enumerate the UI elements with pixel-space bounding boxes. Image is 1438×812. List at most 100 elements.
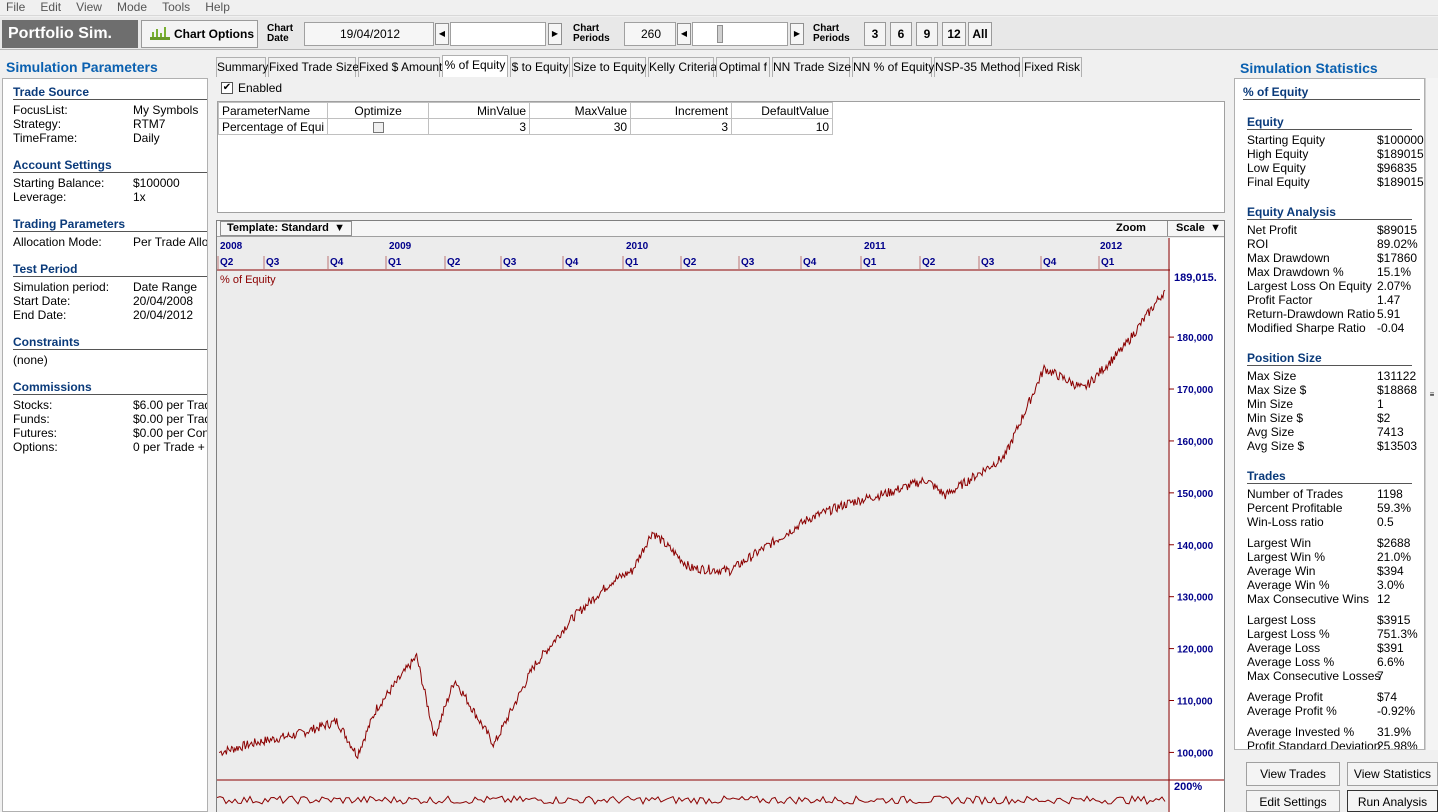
periods-left-arrow-icon[interactable]: ◀ [677,23,691,45]
stat-label: Min Size [1247,397,1294,411]
view-trades-button[interactable]: View Trades [1246,762,1340,786]
periods-slider[interactable] [692,22,788,46]
stat-value: $96835 [1377,161,1418,175]
tab-fixed-trade-size[interactable]: Fixed Trade Size [268,57,359,77]
stat-value: $74 [1377,690,1398,704]
date-left-arrow-icon[interactable]: ◀ [435,23,449,45]
stat-value: 31.9% [1377,725,1412,739]
x-quarter-label: Q3 [981,257,995,268]
tab-nn-trade-size[interactable]: NN Trade Size [772,57,851,77]
menu-file[interactable]: File [0,0,31,14]
stat-group-title: Position Size [1247,351,1322,365]
x-year-label: 2012 [1100,241,1123,252]
stat-label: Average Profit % [1247,704,1337,718]
tab-nsp-35-method[interactable]: NSP-35 Method [934,57,1020,77]
section-title: Test Period [13,262,78,276]
enabled-checkbox[interactable]: ✔ [221,82,233,94]
x-year-label: 2010 [626,241,649,252]
date-right-arrow-icon[interactable]: ▶ [548,23,562,45]
scroll-grip-icon: ≡ [1429,390,1435,399]
x-quarter-label: Q3 [266,257,280,268]
stat-value: 1 [1377,397,1384,411]
period-all-button[interactable]: All [968,22,992,46]
stat-value: $100000 [1377,133,1424,147]
tab-optimal-f[interactable]: Optimal f [716,57,770,77]
menu-tools[interactable]: Tools [156,0,196,14]
date-slider[interactable] [450,22,546,46]
tab-summary[interactable]: Summary [216,57,268,77]
tab-percent-of-equity[interactable]: % of Equity [442,55,508,77]
periods-right-arrow-icon[interactable]: ▶ [790,23,804,45]
stat-label: Largest Win [1247,536,1312,550]
stat-value: 12 [1377,592,1391,606]
x-quarter-label: Q4 [1043,257,1057,268]
statistics-scrollbar[interactable]: ≡ [1425,78,1438,750]
chart-header-bar: Template: Standard ▼ Zoom Scale ▼ [217,221,1224,237]
equity-chart: Template: Standard ▼ Zoom Scale ▼ 2008 20… [216,220,1225,812]
edit-settings-button[interactable]: Edit Settings [1246,790,1340,812]
stat-label: Percent Profitable [1247,501,1343,515]
series-label: % of Equity [220,274,276,286]
y-tick-label: 120,000 [1177,645,1214,656]
stat-value: -0.92% [1377,704,1416,718]
scale-dropdown[interactable]: Scale ▼ [1167,221,1225,236]
tab-fixed-amount[interactable]: Fixed $ Amount [358,57,442,77]
stat-label: Avg Size [1247,425,1295,439]
run-analysis-button[interactable]: Run Analysis [1347,790,1438,812]
period-12-button[interactable]: 12 [942,22,966,46]
tab-size-to-equity[interactable]: Size to Equity [572,57,646,77]
view-statistics-button[interactable]: View Statistics [1347,762,1438,786]
stat-label: Max Size [1247,369,1297,383]
table-header-row: ParameterName Optimize MinValue MaxValue… [217,102,834,119]
menu-edit[interactable]: Edit [34,0,67,14]
chart-icon [150,27,170,40]
x-quarter-label: Q1 [1101,257,1115,268]
chart-canvas: 2008 2009 2010 2011 2012 Q2 Q3 Q4 Q1 Q2 Q3 Q4 Q1 Q2 Q3… [217,238,1224,812]
stat-label: Average Invested % [1247,725,1355,739]
stat-value: 2.07% [1377,279,1412,293]
period-9-button[interactable]: 9 [916,22,938,46]
stat-label: Final Equity [1247,175,1310,189]
table-row[interactable]: Percentage of Equi 3 30 3 10 [217,118,834,135]
stat-value: $89015 [1377,223,1418,237]
period-6-button[interactable]: 6 [890,22,912,46]
menu-mode[interactable]: Mode [111,0,153,14]
stat-value: 7413 [1377,425,1404,439]
period-3-button[interactable]: 3 [864,22,886,46]
tab-kelly-criteria[interactable]: Kelly Criteria [648,57,717,77]
last-value-label: 189,015. [1174,272,1217,284]
tab-dollar-to-equity[interactable]: $ to Equity [510,57,570,77]
mode-title: % of Equity [1243,85,1309,99]
stat-group-title: Equity Analysis [1247,205,1336,219]
stat-value: $2688 [1377,536,1411,550]
x-quarter-label: Q2 [683,257,697,268]
stat-label: Low Equity [1247,161,1306,175]
stat-label: High Equity [1247,147,1309,161]
stat-label: Average Win [1247,564,1316,578]
tab-nn-percent-of-equity[interactable]: NN % of Equity [852,57,934,77]
optimize-checkbox[interactable] [372,121,384,133]
stat-value: 1.47 [1377,293,1401,307]
chart-periods-field[interactable]: 260 [624,22,676,46]
chevron-down-icon: ▼ [334,222,345,234]
stat-label: Average Loss [1247,641,1321,655]
menu-view[interactable]: View [70,0,108,14]
stat-value: $189015 [1377,175,1424,189]
stat-label: Starting Equity [1247,133,1326,147]
template-dropdown[interactable]: Template: Standard ▼ [220,221,352,236]
section-title: Commissions [13,380,92,394]
stat-label: Avg Size $ [1247,439,1305,453]
x-quarter-label: Q4 [565,257,579,268]
stat-value: $18868 [1377,383,1418,397]
y-tick-label: 130,000 [1177,593,1214,604]
chart-date-field[interactable]: 19/04/2012 [304,22,434,46]
stat-label: Largest Loss [1247,613,1316,627]
menu-help[interactable]: Help [199,0,236,14]
chart-periods-label-2: Chart Periods [813,23,850,44]
stat-value: -0.04 [1377,321,1405,335]
tab-fixed-risk[interactable]: Fixed Risk [1022,57,1082,77]
simulation-parameters-title: Simulation Parameters [6,59,158,75]
zoom-button[interactable]: Zoom [1116,222,1146,234]
lower-pane-label: 200% [1174,781,1202,793]
chart-options-button[interactable]: Chart Options [141,20,258,48]
